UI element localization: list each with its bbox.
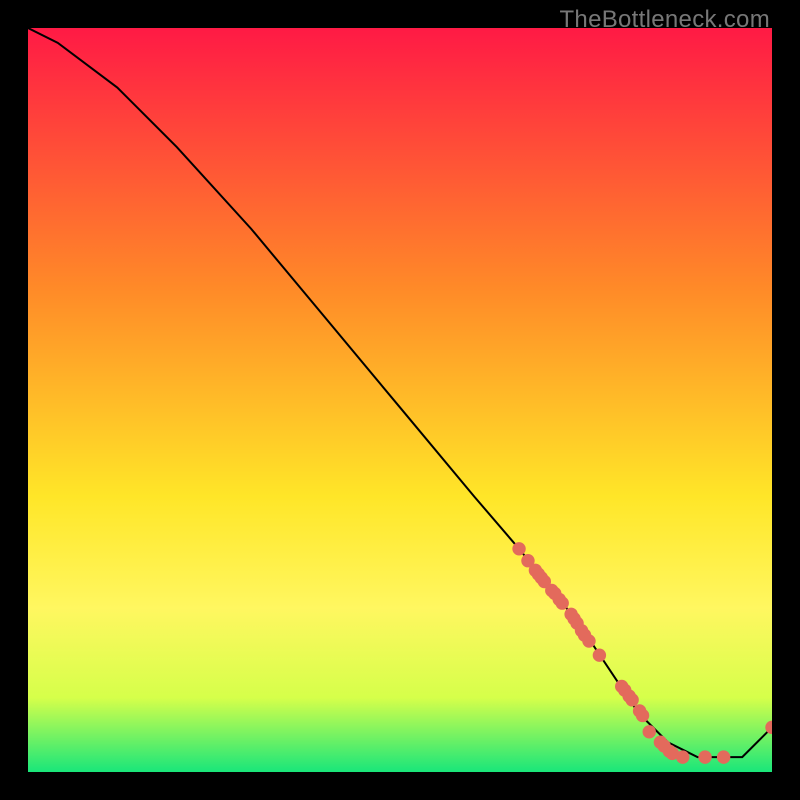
- marker-dot: [593, 648, 606, 661]
- marker-dot: [676, 750, 689, 763]
- marker-dots: [512, 542, 772, 764]
- marker-dot: [698, 750, 711, 763]
- marker-dot: [643, 725, 656, 738]
- marker-dot: [636, 709, 649, 722]
- chart-frame: TheBottleneck.com: [0, 0, 800, 800]
- chart-curve-layer: [28, 28, 772, 772]
- marker-dot: [717, 750, 730, 763]
- marker-dot: [555, 596, 568, 609]
- marker-dot: [582, 634, 595, 647]
- marker-dot: [512, 542, 525, 555]
- bottleneck-curve: [28, 28, 772, 757]
- plot-area: [28, 28, 772, 772]
- marker-dot: [625, 693, 638, 706]
